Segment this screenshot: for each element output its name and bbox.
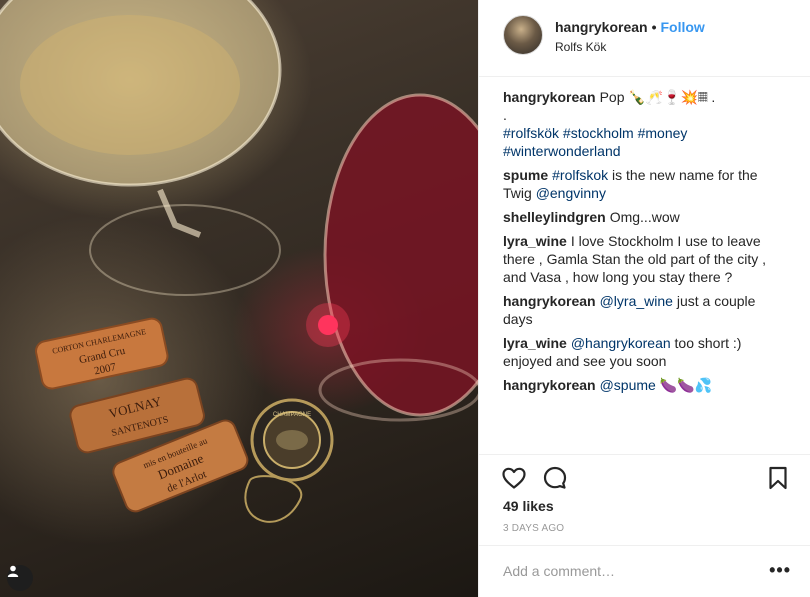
comment-text: 🍆🍆💦 bbox=[655, 377, 713, 393]
post-photo[interactable]: CORTON CHARLEMAGNE Grand Cru 2007 VOLNAY… bbox=[0, 0, 478, 597]
post-timestamp[interactable]: 3 DAYS AGO bbox=[503, 523, 564, 534]
header-username[interactable]: hangrykorean bbox=[555, 19, 648, 35]
header-line: hangrykorean • Follow bbox=[555, 19, 705, 35]
comment-item: lyra_wine I love Stockholm I use to leave… bbox=[503, 232, 787, 286]
location-link[interactable]: Rolfs Kök bbox=[555, 40, 606, 54]
comment-form: ••• bbox=[479, 545, 810, 597]
comment-hashtag[interactable]: #rolfskok bbox=[552, 167, 608, 183]
action-bar bbox=[479, 454, 810, 500]
svg-text:CHAMPAGNE: CHAMPAGNE bbox=[273, 412, 311, 418]
comment-username[interactable]: lyra_wine bbox=[503, 233, 567, 249]
more-options-button[interactable]: ••• bbox=[769, 561, 791, 579]
caption-text: Pop 🍾🥂🍷💥𝄜 . bbox=[599, 89, 716, 105]
comment-item: hangrykorean @lyra_wine just a couple day… bbox=[503, 292, 787, 328]
comment-item: spume #rolfskok is the new name for the T… bbox=[503, 166, 787, 202]
cork-corton: CORTON CHARLEMAGNE Grand Cru 2007 bbox=[35, 317, 169, 390]
champagne-cap: CHAMPAGNE bbox=[244, 398, 334, 523]
post-header: hangrykorean • Follow Rolfs Kök bbox=[479, 0, 810, 77]
follow-button[interactable]: Follow bbox=[661, 19, 705, 35]
comment-mention[interactable]: @lyra_wine bbox=[600, 293, 673, 309]
photo-scene: CORTON CHARLEMAGNE Grand Cru 2007 VOLNAY… bbox=[0, 0, 478, 523]
avatar[interactable] bbox=[503, 15, 543, 55]
caption: hangrykorean Pop 🍾🥂🍷💥𝄜 . . #rolfskök #sto… bbox=[503, 88, 787, 160]
caption-line2: . bbox=[503, 107, 507, 123]
comment-item: hangrykorean @spume 🍆🍆💦 bbox=[503, 376, 787, 394]
bookmark-icon[interactable] bbox=[765, 465, 791, 491]
comment-item: shelleylindgren Omg...wow bbox=[503, 208, 787, 226]
heart-icon[interactable] bbox=[501, 465, 527, 491]
separator-dot: • bbox=[651, 19, 657, 35]
comment-username[interactable]: hangrykorean bbox=[503, 293, 596, 309]
comment-username[interactable]: shelleylindgren bbox=[503, 209, 606, 225]
comment-username[interactable]: hangrykorean bbox=[503, 377, 596, 393]
comment-input[interactable] bbox=[503, 558, 753, 584]
caption-hashtags-2[interactable]: #winterwonderland bbox=[503, 142, 787, 160]
post-sidebar: hangrykorean • Follow Rolfs Kök hangrykore… bbox=[478, 0, 810, 597]
user-tag-icon[interactable] bbox=[7, 565, 33, 591]
comment-username[interactable]: spume bbox=[503, 167, 548, 183]
comment-mention[interactable]: @spume bbox=[600, 377, 656, 393]
comment-username[interactable]: lyra_wine bbox=[503, 335, 567, 351]
comment-text: Omg...wow bbox=[609, 209, 680, 225]
caption-hashtags[interactable]: #rolfskök #stockholm #money bbox=[503, 124, 787, 142]
comments-list: hangrykorean Pop 🍾🥂🍷💥𝄜 . . #rolfskök #sto… bbox=[503, 88, 787, 400]
comment-mention[interactable]: @hangrykorean bbox=[571, 335, 671, 351]
comment-mention[interactable]: @engvinny bbox=[536, 185, 606, 201]
comment-bubble-icon[interactable] bbox=[542, 465, 568, 491]
likes-count[interactable]: 49 likes bbox=[503, 498, 554, 514]
comment-item: lyra_wine @hangrykorean too short :) enjo… bbox=[503, 334, 787, 370]
caption-username[interactable]: hangrykorean bbox=[503, 89, 596, 105]
